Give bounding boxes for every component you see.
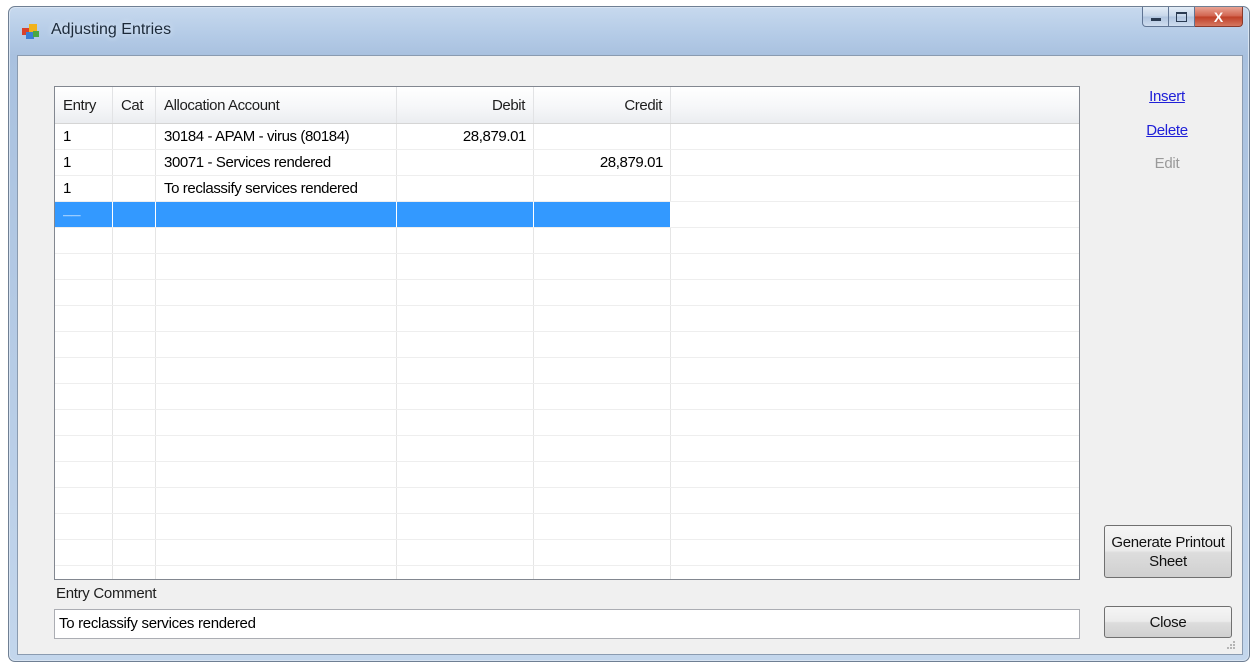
client-area: Entry Cat Allocation Account Debit Credi… <box>17 55 1243 655</box>
column-header-account[interactable]: Allocation Account <box>156 87 397 123</box>
adjusting-entries-window: Adjusting Entries X Entry Cat Allocation… <box>8 6 1250 662</box>
table-row-new-selected[interactable]: —— <box>55 202 1079 228</box>
cell-credit[interactable] <box>534 176 671 201</box>
app-blocks-icon <box>22 24 39 39</box>
close-window-button[interactable]: X <box>1195 7 1243 27</box>
cell-entry[interactable]: 1 <box>55 176 113 201</box>
empty-row <box>55 358 1079 384</box>
empty-row <box>55 566 1079 579</box>
cell-credit[interactable] <box>534 124 671 149</box>
entry-comment-label: Entry Comment <box>56 585 157 602</box>
cell-debit[interactable] <box>397 202 534 227</box>
edit-link: Edit <box>1154 155 1180 172</box>
empty-row <box>55 540 1079 566</box>
column-header-debit[interactable]: Debit <box>397 87 534 123</box>
empty-row <box>55 332 1079 358</box>
empty-row <box>55 436 1079 462</box>
insert-link[interactable]: Insert <box>1102 88 1232 105</box>
minimize-icon <box>1150 18 1161 21</box>
table-row[interactable]: 1 To reclassify services rendered <box>55 176 1079 202</box>
minimize-button[interactable] <box>1142 7 1169 27</box>
table-row[interactable]: 1 30184 - APAM - virus (80184) 28,879.01 <box>55 124 1079 150</box>
cell-account[interactable]: 30184 - APAM - virus (80184) <box>156 124 397 149</box>
column-header-cat[interactable]: Cat <box>113 87 156 123</box>
empty-row <box>55 514 1079 540</box>
caption-buttons: X <box>1142 7 1243 29</box>
cell-account[interactable]: 30071 - Services rendered <box>156 150 397 175</box>
maximize-icon <box>1176 11 1187 22</box>
empty-row <box>55 254 1079 280</box>
cell-entry[interactable]: —— <box>55 202 113 227</box>
entries-grid[interactable]: Entry Cat Allocation Account Debit Credi… <box>54 86 1080 580</box>
cell-debit[interactable] <box>397 176 534 201</box>
cell-cat[interactable] <box>113 124 156 149</box>
cell-debit[interactable]: 28,879.01 <box>397 124 534 149</box>
empty-row <box>55 488 1079 514</box>
delete-link[interactable]: Delete <box>1102 122 1232 139</box>
maximize-button[interactable] <box>1169 7 1195 27</box>
cell-cat[interactable] <box>113 176 156 201</box>
resize-grip-icon[interactable] <box>1226 640 1236 650</box>
empty-row <box>55 228 1079 254</box>
empty-row <box>55 280 1079 306</box>
cell-credit[interactable]: 28,879.01 <box>534 150 671 175</box>
empty-row <box>55 306 1079 332</box>
cell-debit[interactable] <box>397 150 534 175</box>
window-title: Adjusting Entries <box>51 21 172 38</box>
column-header-entry[interactable]: Entry <box>55 87 113 123</box>
empty-row <box>55 462 1079 488</box>
cell-cat[interactable] <box>113 202 156 227</box>
cell-entry[interactable]: 1 <box>55 124 113 149</box>
cell-account[interactable] <box>156 202 397 227</box>
cell-account[interactable]: To reclassify services rendered <box>156 176 397 201</box>
cell-cat[interactable] <box>113 150 156 175</box>
grid-header: Entry Cat Allocation Account Debit Credi… <box>55 87 1079 124</box>
grid-rows: 1 30184 - APAM - virus (80184) 28,879.01… <box>55 124 1079 579</box>
empty-row <box>55 384 1079 410</box>
table-row[interactable]: 1 30071 - Services rendered 28,879.01 <box>55 150 1079 176</box>
empty-row <box>55 410 1079 436</box>
close-icon: X <box>1213 8 1224 25</box>
close-button[interactable]: Close <box>1104 606 1232 638</box>
column-header-credit[interactable]: Credit <box>534 87 671 123</box>
cell-credit[interactable] <box>534 202 671 227</box>
cell-entry[interactable]: 1 <box>55 150 113 175</box>
title-bar[interactable]: Adjusting Entries X <box>9 7 1249 53</box>
generate-printout-button[interactable]: Generate Printout Sheet <box>1104 525 1232 578</box>
entry-comment-field[interactable]: To reclassify services rendered <box>54 609 1080 639</box>
